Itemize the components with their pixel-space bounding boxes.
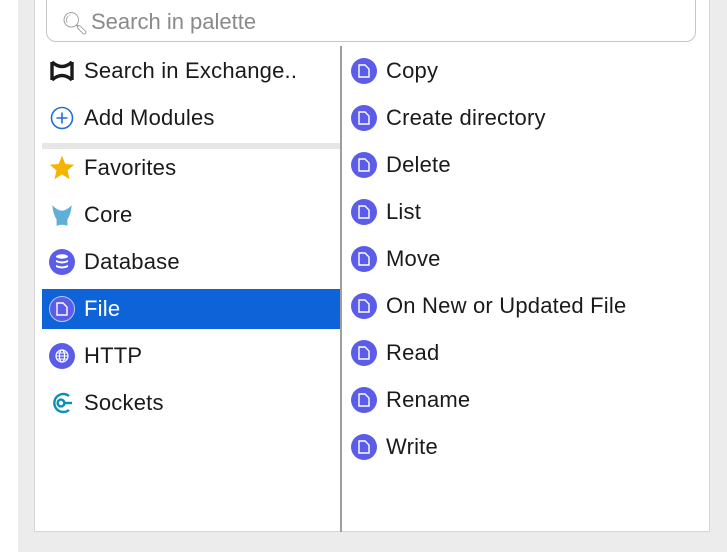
sidebar-item-favorites[interactable]: Favorites	[42, 148, 340, 188]
sidebar-item-database[interactable]: Database	[42, 242, 340, 282]
star-icon	[48, 154, 76, 182]
sidebar-item-label: Favorites	[84, 155, 177, 180]
search-in-exchange-label: Search in Exchange..	[84, 58, 298, 83]
operation-label: Move	[386, 246, 441, 271]
sidebar-item-http[interactable]: HTTP	[42, 336, 340, 376]
sockets-icon	[48, 389, 76, 417]
operation-delete[interactable]: Delete	[348, 145, 646, 185]
add-modules-label: Add Modules	[84, 105, 215, 130]
sidebar-item-file[interactable]: File	[42, 289, 340, 329]
palette-search-input[interactable]	[91, 9, 671, 35]
operation-label: On New or Updated File	[386, 293, 627, 318]
operation-label: Copy	[386, 58, 439, 83]
operation-label: Rename	[386, 387, 471, 412]
sidebar-item-label: Database	[84, 249, 180, 274]
file-icon	[350, 292, 378, 320]
operation-label: Read	[386, 340, 440, 365]
palette-search-box[interactable]: 🔍︎	[46, 0, 696, 42]
operation-copy[interactable]: Copy	[348, 51, 646, 91]
file-icon	[48, 295, 76, 323]
exchange-icon	[48, 57, 76, 85]
file-icon	[350, 198, 378, 226]
sidebar-item-label: Sockets	[84, 390, 164, 415]
sidebar-item-core[interactable]: Core	[42, 195, 340, 235]
file-icon	[350, 151, 378, 179]
operation-move[interactable]: Move	[348, 239, 646, 279]
file-icon	[350, 57, 378, 85]
operation-read[interactable]: Read	[348, 333, 646, 373]
sidebar-item-sockets[interactable]: Sockets	[42, 383, 340, 423]
file-icon	[350, 386, 378, 414]
sidebar-item-label: Core	[84, 202, 133, 227]
operation-list-item[interactable]: List	[348, 192, 646, 232]
operation-label: Delete	[386, 152, 451, 177]
operation-on-new-or-updated-file[interactable]: On New or Updated File	[348, 286, 646, 326]
core-icon	[48, 201, 76, 229]
database-icon	[48, 248, 76, 276]
operation-label: Create directory	[386, 105, 546, 130]
search-in-exchange-item[interactable]: Search in Exchange..	[42, 51, 340, 91]
operation-create-directory[interactable]: Create directory	[348, 98, 646, 138]
column-divider[interactable]	[340, 46, 342, 532]
add-modules-item[interactable]: Add Modules	[42, 98, 340, 138]
search-icon: 🔍︎	[61, 11, 89, 36]
file-icon	[350, 433, 378, 461]
operation-label: List	[386, 199, 422, 224]
file-icon	[350, 104, 378, 132]
sidebar-item-label: File	[84, 296, 121, 321]
operation-label: Write	[386, 434, 438, 459]
file-icon	[350, 245, 378, 273]
operation-rename[interactable]: Rename	[348, 380, 646, 420]
sidebar-item-label: HTTP	[84, 343, 143, 368]
globe-icon	[48, 342, 76, 370]
plus-circle-icon	[48, 104, 76, 132]
operation-write[interactable]: Write	[348, 427, 646, 467]
file-icon	[350, 339, 378, 367]
